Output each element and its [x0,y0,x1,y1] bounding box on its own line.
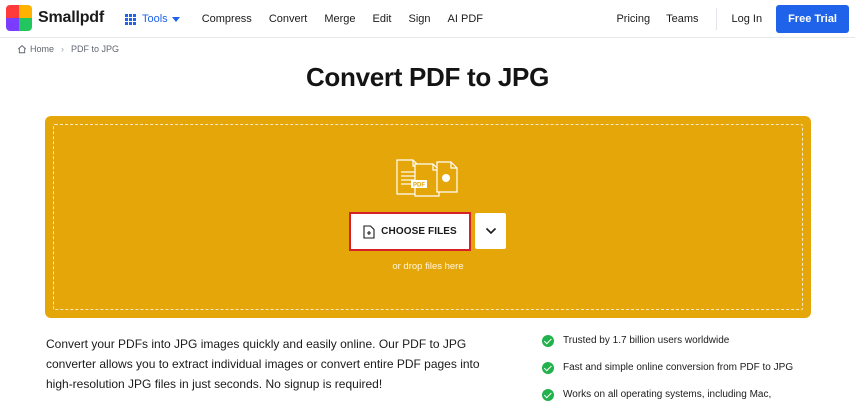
check-circle-icon [542,362,554,374]
nav-sign[interactable]: Sign [409,13,431,25]
apps-grid-icon [125,13,136,25]
tool-description: Convert your PDFs into JPG images quickl… [46,337,480,391]
feature-text: Fast and simple online conversion from P… [563,362,794,373]
free-trial-button[interactable]: Free Trial [776,5,849,33]
main-nav: Tools Compress Convert Merge Edit Sign A… [125,0,500,38]
drop-files-hint: or drop files here [392,261,464,272]
feature-item: Works on all operating systems, includin… [542,388,842,402]
nav-tools-menu[interactable]: Tools [125,13,180,25]
choose-files-button[interactable]: CHOOSE FILES [349,212,471,251]
top-navigation-bar: Smallpdf Tools Compress Convert Merge Ed… [0,0,855,38]
feature-item: Fast and simple online conversion from P… [542,361,842,375]
upload-source-dropdown[interactable] [475,213,506,249]
nav-ai-pdf[interactable]: AI PDF [448,13,483,25]
page-title: Convert PDF to JPG [305,62,550,92]
nav-tools-label: Tools [142,13,168,25]
feature-item: Trusted by 1.7 billion users worldwide [542,334,842,348]
chevron-right-icon: › [61,44,65,54]
choose-files-label: CHOOSE FILES [381,226,457,237]
home-icon [17,45,27,54]
nav-teams[interactable]: Teams [666,13,698,25]
choose-files-group: CHOOSE FILES [349,212,506,251]
smallpdf-logo-icon [6,5,32,31]
nav-convert[interactable]: Convert [269,13,308,25]
login-link[interactable]: Log In [731,13,762,25]
check-circle-icon [542,389,554,401]
smallpdf-logo[interactable]: Smallpdf [6,5,104,31]
nav-edit[interactable]: Edit [373,13,392,25]
account-nav: Pricing Teams Log In Free Trial [616,0,855,38]
nav-divider [716,8,718,30]
brand-name: Smallpdf [38,9,104,26]
feature-list: Trusted by 1.7 billion users worldwide F… [542,334,842,407]
feature-text: Trusted by 1.7 billion users worldwide [563,335,730,346]
breadcrumb-home[interactable]: Home [30,44,54,54]
pdf-badge-label: PDF [413,183,425,189]
breadcrumb-current: PDF to JPG [71,44,120,54]
nav-pricing[interactable]: Pricing [616,13,650,25]
check-circle-icon [542,335,554,347]
file-upload-icon [363,224,375,239]
pdf-to-jpg-illustration-icon: PDF [396,159,458,197]
file-dropzone[interactable]: PDF CHOOSE FILES or drop files here [45,116,811,318]
nav-compress[interactable]: Compress [202,13,252,25]
chevron-down-icon [171,16,180,22]
breadcrumb: Home › PDF to JPG [17,44,119,54]
feature-text: Works on all operating systems, includin… [563,389,772,400]
chevron-down-icon [485,227,496,235]
nav-merge[interactable]: Merge [324,13,355,25]
